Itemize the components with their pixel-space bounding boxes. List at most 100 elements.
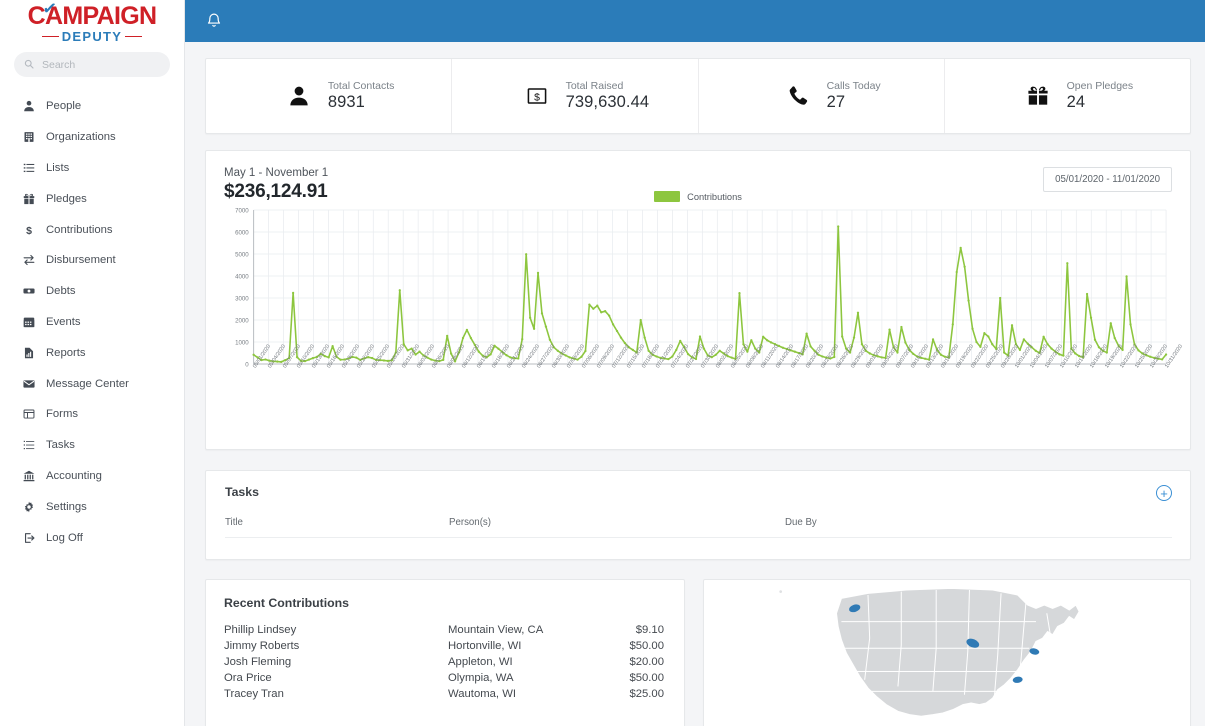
stat-value: 739,630.44 [565, 93, 650, 111]
sidebar-item-label: Organizations [46, 131, 116, 144]
contribution-amount: $9.10 [635, 624, 664, 636]
contributor-name: Phillip Lindsey [224, 624, 297, 636]
search-icon [24, 56, 34, 74]
svg-text:7000: 7000 [235, 208, 249, 215]
stat-value: 27 [826, 93, 846, 111]
app-logo[interactable]: ✓ CAMPAIGN DEPUTY [0, 0, 184, 44]
search-input[interactable] [40, 57, 160, 72]
sidebar-item-forms[interactable]: Forms [0, 399, 184, 430]
sidebar-nav: People Organizations Lists Pledges $ Con… [0, 89, 184, 553]
chart-total-value: $236,124.91 [224, 181, 328, 202]
list-icon [22, 161, 35, 174]
bell-icon[interactable] [205, 12, 223, 30]
legend-label: Contributions [687, 191, 742, 202]
recent-contribution-row[interactable]: Phillip Lindsey Mountain View, CA $9.10 [224, 622, 664, 638]
contributor-location: Olympia, WA [448, 672, 514, 684]
search-box[interactable] [14, 52, 170, 77]
map-highlight-region[interactable] [1012, 676, 1023, 684]
sidebar-item-debts[interactable]: Debts [0, 276, 184, 307]
contributor-location: Mountain View, CA [448, 624, 544, 636]
sidebar-item-accounting[interactable]: Accounting [0, 461, 184, 492]
sidebar-item-organizations[interactable]: Organizations [0, 122, 184, 153]
contribution-amount: $50.00 [629, 672, 664, 684]
sidebar-item-label: Lists [46, 161, 70, 174]
exchange-icon [22, 254, 35, 267]
logo-rule-right [125, 35, 143, 37]
envelope-icon [22, 377, 35, 390]
main-area: Total Contacts 8931 $ Total Raised 739,6… [185, 0, 1205, 726]
contributor-name: Ora Price [224, 672, 272, 684]
sidebar-item-people[interactable]: People [0, 91, 184, 122]
contributor-name: Josh Fleming [224, 656, 292, 668]
sidebar: ✓ CAMPAIGN DEPUTY Search People Organiza… [0, 0, 185, 726]
dollar-bill-icon: $ [525, 84, 549, 108]
stat-total-raised: $ Total Raised 739,630.44 [452, 59, 699, 133]
gift-icon [22, 192, 35, 205]
sidebar-item-contributions[interactable]: $ Contributions [0, 214, 184, 245]
svg-text:3000: 3000 [235, 296, 249, 303]
money-bill-icon [22, 285, 35, 298]
contributor-name: Jimmy Roberts [224, 640, 300, 652]
legend-swatch [654, 191, 681, 202]
recent-contribution-row[interactable]: Ora Price Olympia, WA $50.00 [224, 670, 664, 686]
recent-contributions-card: Recent Contributions Phillip Lindsey Moun… [205, 579, 685, 726]
svg-text:$: $ [26, 224, 32, 235]
logo-secondary-text: DEPUTY [61, 28, 123, 44]
sidebar-item-lists[interactable]: Lists [0, 153, 184, 184]
sidebar-item-events[interactable]: Events [0, 307, 184, 338]
sidebar-item-label: Pledges [46, 192, 87, 205]
chart-period-label: May 1 - November 1 [224, 167, 329, 179]
sidebar-item-log-off[interactable]: Log Off [0, 522, 184, 553]
sidebar-item-message-center[interactable]: Message Center [0, 368, 184, 399]
stats-row: Total Contacts 8931 $ Total Raised 739,6… [205, 58, 1191, 134]
map-marker-dot [779, 590, 783, 593]
phone-icon [786, 84, 810, 108]
sidebar-item-label: Accounting [46, 469, 102, 482]
stat-label: Total Raised [565, 80, 624, 92]
sidebar-item-label: Contributions [46, 223, 113, 236]
contributor-location: Appleton, WI [448, 656, 513, 668]
gear-icon [22, 500, 35, 513]
contribution-map-card[interactable] [703, 579, 1191, 726]
sidebar-item-label: Disbursement [46, 254, 116, 267]
tasks-card: Tasks + Title Person(s) Due By [205, 470, 1191, 560]
recent-contributions-title: Recent Contributions [224, 596, 350, 610]
stat-value: 24 [1066, 93, 1086, 111]
recent-contribution-row[interactable]: Jimmy Roberts Hortonville, WI $50.00 [224, 638, 664, 654]
sidebar-item-label: Log Off [46, 531, 83, 544]
person-icon [287, 84, 311, 108]
sidebar-item-label: Events [46, 315, 81, 328]
sidebar-item-disbursement[interactable]: Disbursement [0, 245, 184, 276]
stat-label: Calls Today [826, 80, 881, 92]
stat-total-contacts: Total Contacts 8931 [206, 59, 453, 133]
tasks-column-due-by: Due By [785, 517, 817, 528]
svg-text:$: $ [534, 92, 540, 103]
sidebar-item-settings[interactable]: Settings [0, 491, 184, 522]
top-header-bar [185, 0, 1205, 42]
logo-rule-left [41, 35, 59, 37]
chart-plot-area[interactable]: 0 1000 2000 3000 4000 5000 6000 7000 05/01/2020… [224, 206, 1184, 398]
recent-contribution-row[interactable]: Josh Fleming Appleton, WI $20.00 [224, 654, 664, 670]
map-mainland [835, 587, 1080, 717]
sidebar-item-label: Settings [46, 500, 87, 513]
report-icon [22, 346, 35, 359]
tasks-table-header: Title Person(s) Due By [225, 517, 1172, 538]
add-task-button[interactable]: + [1156, 485, 1172, 501]
sidebar-item-tasks[interactable]: Tasks [0, 430, 184, 461]
bottom-row: Recent Contributions Phillip Lindsey Moun… [205, 579, 1191, 726]
check-icon: ✓ [40, 0, 58, 19]
building-icon [22, 131, 35, 144]
tasks-icon [22, 439, 35, 452]
sidebar-item-label: Message Center [46, 377, 129, 390]
sidebar-item-label: Reports [46, 346, 86, 359]
date-range-picker[interactable]: 05/01/2020 - 11/01/2020 [1043, 167, 1172, 192]
contributor-location: Hortonville, WI [448, 640, 522, 652]
svg-text:4000: 4000 [235, 274, 249, 281]
stat-open-pledges: Open Pledges 24 [945, 59, 1190, 133]
contributor-name: Tracey Tran [224, 688, 284, 700]
sidebar-item-pledges[interactable]: Pledges [0, 183, 184, 214]
tasks-title: Tasks [225, 485, 259, 499]
dashboard-root: ✓ CAMPAIGN DEPUTY Search People Organiza… [0, 0, 1205, 726]
recent-contribution-row[interactable]: Tracey Tran Wautoma, WI $25.00 [224, 686, 664, 702]
sidebar-item-reports[interactable]: Reports [0, 337, 184, 368]
